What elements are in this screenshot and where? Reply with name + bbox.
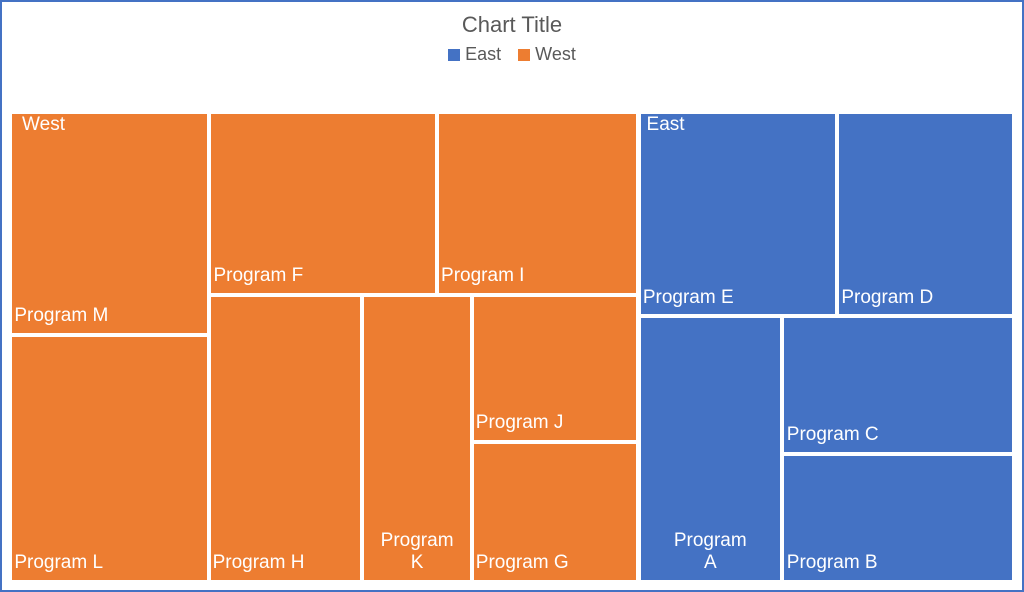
tile-label: Program G	[476, 552, 569, 574]
legend-swatch-east	[448, 49, 460, 61]
legend-item-east: East	[448, 44, 501, 65]
treemap-tile: Program F	[209, 112, 437, 295]
plot-area: Program M Program L Program F Program I Prog…	[10, 112, 1014, 582]
tile-label: Program D	[841, 287, 933, 309]
treemap-tile: Program E	[639, 112, 838, 316]
legend: East West	[2, 44, 1022, 66]
treemap-tile: Program K	[362, 295, 471, 582]
treemap-tile: Program A	[639, 316, 783, 582]
treemap-tile: Program C	[782, 316, 1014, 453]
treemap-tile: Program D	[837, 112, 1014, 316]
treemap-tile: Program G	[472, 442, 639, 582]
tile-label: Program H	[213, 552, 305, 574]
tile-label: Program J	[476, 412, 564, 434]
category-label: West	[22, 114, 65, 136]
treemap-tile: Program M	[10, 112, 209, 335]
category-label: East	[647, 114, 685, 136]
chart-title: Chart Title	[2, 12, 1022, 38]
legend-swatch-west	[518, 49, 530, 61]
tile-label: Program C	[787, 424, 879, 446]
treemap-tile: Program I	[437, 112, 639, 295]
treemap-tile: Program H	[209, 295, 363, 582]
legend-item-west: West	[518, 44, 576, 65]
treemap-tile: Program B	[782, 454, 1014, 582]
legend-label-east: East	[465, 44, 501, 65]
tile-label: Program E	[643, 287, 734, 309]
treemap-tile: Program L	[10, 335, 209, 582]
tile-label: Program M	[14, 305, 108, 327]
tile-label: Program I	[441, 265, 524, 287]
tile-label: Program F	[213, 265, 303, 287]
treemap-chart: Chart Title East West Program M Program L…	[0, 0, 1024, 592]
treemap-tile: Program J	[472, 295, 639, 442]
tile-label: Program A	[641, 530, 781, 574]
legend-label-west: West	[535, 44, 576, 65]
tile-label: Program B	[787, 552, 878, 574]
tile-label: Program K	[364, 530, 469, 574]
tile-label: Program L	[14, 552, 103, 574]
